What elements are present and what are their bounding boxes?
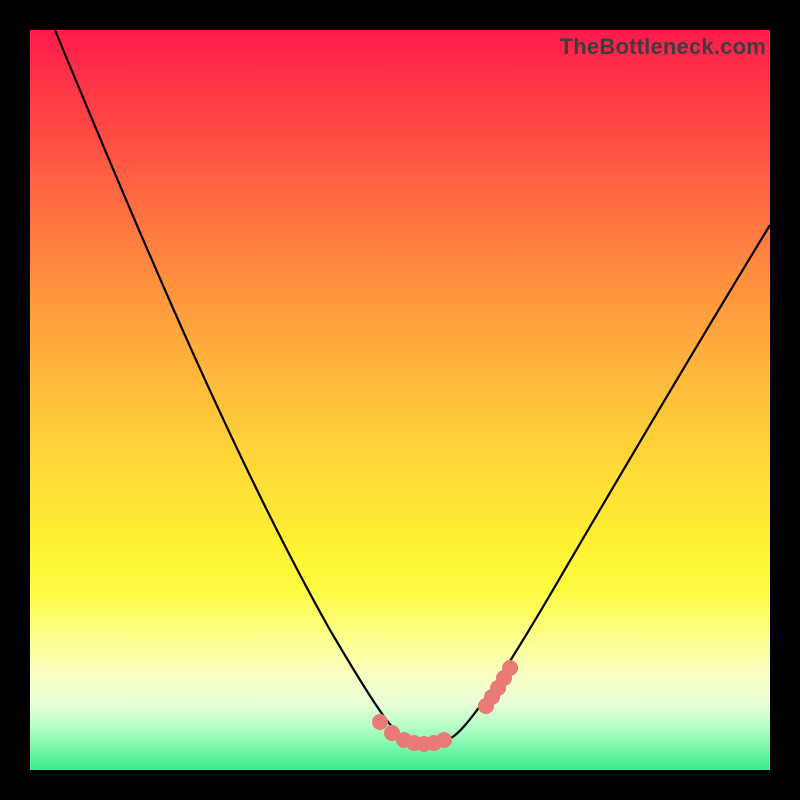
marker-group <box>372 660 518 752</box>
bottleneck-curve <box>30 30 770 770</box>
curve-path <box>55 30 770 744</box>
curve-marker <box>436 732 452 748</box>
curve-marker <box>372 714 388 730</box>
curve-marker <box>502 660 518 676</box>
plot-area: TheBottleneck.com <box>30 30 770 770</box>
watermark: TheBottleneck.com <box>560 34 766 60</box>
